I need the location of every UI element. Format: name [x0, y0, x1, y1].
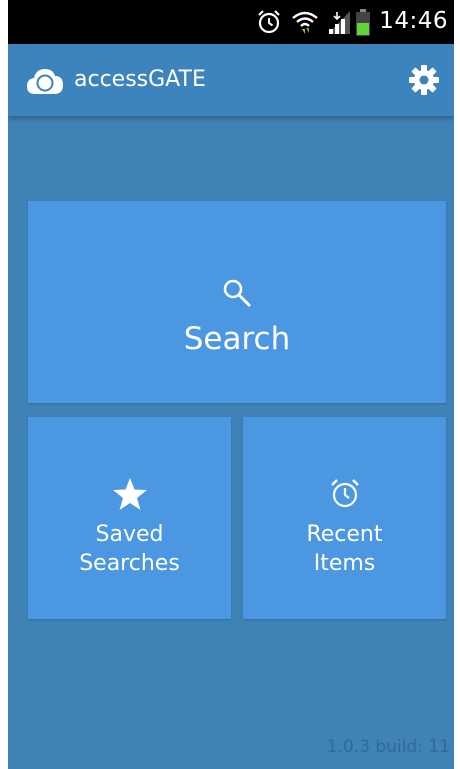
signal-icon: [326, 9, 352, 39]
recent-items-tile[interactable]: Recent Items: [243, 417, 446, 619]
recent-label-line1: Recent: [306, 522, 383, 547]
status-time: 14:46: [379, 8, 448, 34]
alarm-clock-icon: [329, 477, 361, 513]
saved-searches-tile[interactable]: Saved Searches: [28, 417, 231, 619]
cloud-compass-icon: [26, 66, 64, 100]
app-bar: accessGATE: [8, 44, 454, 116]
saved-label-line1: Saved: [95, 522, 164, 547]
search-tile[interactable]: Search: [28, 201, 446, 403]
battery-icon: [355, 9, 371, 41]
star-icon: [112, 477, 148, 515]
gear-icon[interactable]: [408, 64, 440, 100]
status-bar: 14:46: [8, 0, 454, 44]
app-title: accessGATE: [74, 67, 206, 92]
search-label: Search: [183, 321, 291, 357]
recent-label-line2: Items: [313, 550, 376, 576]
saved-label-line2: Searches: [79, 550, 180, 576]
app-screen: 14:46 accessGATE Search Saved Searches R…: [8, 0, 454, 769]
saved-searches-label: Saved Searches: [28, 521, 231, 578]
wifi-icon: [291, 9, 319, 39]
search-icon: [221, 277, 253, 313]
version-label: 1.0.3 build: 11: [326, 737, 450, 757]
alarm-icon: [256, 9, 282, 39]
recent-items-label: Recent Items: [243, 521, 446, 578]
